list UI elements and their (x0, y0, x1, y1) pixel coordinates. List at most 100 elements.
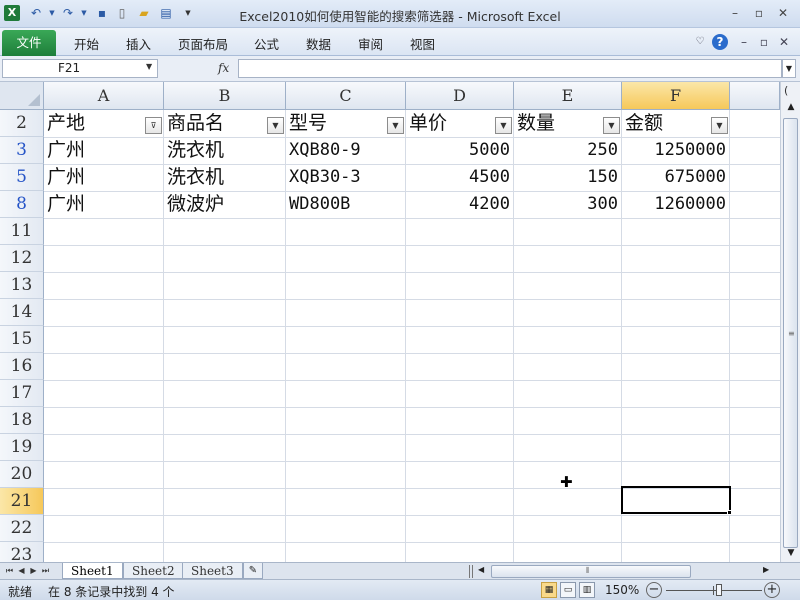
row-header[interactable]: 11 (0, 218, 44, 245)
filter-dropdown-icon[interactable]: ▼ (603, 117, 620, 134)
table-cell[interactable]: XQB80-9 (286, 137, 406, 164)
scroll-down-icon[interactable]: ▼ (784, 548, 798, 562)
zoom-slider-track[interactable] (666, 590, 762, 591)
filter-dropdown-icon[interactable]: ▼ (711, 117, 728, 134)
table-cell[interactable]: 洗衣机 (164, 137, 286, 164)
active-cell-selection[interactable] (621, 486, 731, 514)
zoom-level[interactable]: 150% (605, 583, 639, 597)
page-break-view-icon[interactable]: ▥ (579, 582, 595, 598)
sheet-tab-sheet2[interactable]: Sheet2 (123, 563, 184, 579)
sheet-tab-sheet3[interactable]: Sheet3 (182, 563, 243, 579)
table-cell[interactable]: WD800B (286, 191, 406, 218)
row-header[interactable]: 3 (0, 137, 44, 164)
select-all-button[interactable] (0, 82, 44, 110)
last-sheet-icon[interactable]: ⏭ (40, 565, 51, 577)
row-header[interactable]: 16 (0, 353, 44, 380)
row-header[interactable]: 2 (0, 110, 44, 137)
row-header[interactable]: 13 (0, 272, 44, 299)
filter-dropdown-icon[interactable]: ▼ (267, 117, 284, 134)
table-header-cell[interactable]: 商品名 (164, 110, 266, 137)
filter-dropdown-icon[interactable]: ▼ (495, 117, 512, 134)
restore-icon[interactable]: ▫ (748, 4, 770, 22)
table-cell[interactable]: 675000 (622, 164, 730, 191)
prev-sheet-icon[interactable]: ◀ (16, 565, 27, 577)
zoom-slider-thumb[interactable] (716, 584, 722, 596)
column-header-a[interactable]: A (44, 82, 164, 110)
column-header-e[interactable]: E (514, 82, 622, 110)
table-header-cell[interactable]: 型号 (286, 110, 386, 137)
table-cell[interactable]: 250 (514, 137, 622, 164)
minimize-ribbon-icon[interactable]: ♡ (692, 34, 708, 50)
table-header-cell[interactable]: 单价 (406, 110, 494, 137)
minimize-icon[interactable]: – (724, 4, 746, 22)
row-header[interactable]: 15 (0, 326, 44, 353)
tab-page-layout[interactable]: 页面布局 (178, 34, 228, 53)
row-header[interactable]: 22 (0, 515, 44, 542)
table-cell[interactable]: 广州 (44, 164, 164, 191)
table-header-cell[interactable]: 数量 (514, 110, 602, 137)
table-cell[interactable]: 洗衣机 (164, 164, 286, 191)
workbook-close-icon[interactable]: ✕ (776, 34, 792, 50)
insert-function-icon[interactable]: fx (218, 61, 229, 75)
workbook-restore-icon[interactable]: ▫ (756, 34, 772, 50)
row-header[interactable]: 20 (0, 461, 44, 488)
scroll-left-icon[interactable]: ◀ (478, 565, 484, 574)
expand-formula-bar-icon[interactable]: ▼ (782, 59, 796, 78)
table-cell[interactable]: 广州 (44, 191, 164, 218)
table-cell[interactable]: 300 (514, 191, 622, 218)
table-header-cell[interactable]: 产地 (44, 110, 144, 137)
help-icon[interactable]: ? (712, 34, 728, 50)
row-header[interactable]: 19 (0, 434, 44, 461)
tab-view[interactable]: 视图 (410, 34, 435, 53)
normal-view-icon[interactable]: ▦ (541, 582, 557, 598)
tab-file[interactable]: 文件 (2, 30, 56, 56)
table-cell[interactable]: 4500 (406, 164, 514, 191)
table-cell[interactable]: XQB30-3 (286, 164, 406, 191)
tab-review[interactable]: 审阅 (358, 34, 383, 53)
vertical-scroll-thumb[interactable]: ≡ (783, 118, 798, 548)
row-header[interactable]: 12 (0, 245, 44, 272)
scroll-right-icon[interactable]: ▶ (763, 565, 769, 574)
column-header-d[interactable]: D (406, 82, 514, 110)
row-header[interactable]: 17 (0, 380, 44, 407)
tab-split-handle[interactable] (469, 565, 473, 578)
table-cell[interactable]: 广州 (44, 137, 164, 164)
tab-data[interactable]: 数据 (306, 34, 331, 53)
close-icon[interactable]: ✕ (772, 4, 794, 22)
sheet-tab-sheet1[interactable]: Sheet1 (62, 563, 123, 579)
scroll-up-icon[interactable]: ▲ (784, 102, 798, 116)
insert-sheet-icon[interactable]: ✎ (243, 563, 263, 579)
column-header-b[interactable]: B (164, 82, 286, 110)
page-layout-view-icon[interactable]: ▭ (560, 582, 576, 598)
zoom-in-icon[interactable]: + (764, 582, 780, 598)
tab-formulas[interactable]: 公式 (254, 34, 279, 53)
table-cell[interactable]: 1260000 (622, 191, 730, 218)
row-header[interactable]: 23 (0, 542, 44, 562)
table-cell[interactable]: 5000 (406, 137, 514, 164)
spreadsheet-grid[interactable]: A B C D E F 2 3 5 8 11 12 13 14 15 16 17… (0, 82, 780, 562)
column-header-g[interactable] (730, 82, 780, 110)
formula-input[interactable] (238, 59, 782, 78)
table-header-cell[interactable]: 金额 (622, 110, 710, 137)
row-header-selected[interactable]: 21 (0, 488, 44, 515)
filter-active-icon[interactable]: ⊽ (145, 117, 162, 134)
workbook-minimize-icon[interactable]: – (736, 34, 752, 50)
vertical-scrollbar[interactable]: ( ▲ ≡ ▼ (780, 82, 800, 562)
split-handle-icon[interactable]: ( (784, 84, 796, 98)
row-header[interactable]: 18 (0, 407, 44, 434)
first-sheet-icon[interactable]: ⏮ (4, 565, 15, 577)
chevron-down-icon[interactable]: ▼ (146, 62, 152, 71)
row-header[interactable]: 14 (0, 299, 44, 326)
horizontal-scroll-thumb[interactable] (491, 565, 691, 578)
tab-insert[interactable]: 插入 (126, 34, 151, 53)
table-cell[interactable]: 150 (514, 164, 622, 191)
row-header[interactable]: 5 (0, 164, 44, 191)
tab-home[interactable]: 开始 (74, 34, 99, 53)
row-header[interactable]: 8 (0, 191, 44, 218)
name-box[interactable]: F21 (2, 59, 158, 78)
zoom-out-icon[interactable]: − (646, 582, 662, 598)
filter-dropdown-icon[interactable]: ▼ (387, 117, 404, 134)
column-header-c[interactable]: C (286, 82, 406, 110)
table-cell[interactable]: 4200 (406, 191, 514, 218)
table-cell[interactable]: 微波炉 (164, 191, 286, 218)
